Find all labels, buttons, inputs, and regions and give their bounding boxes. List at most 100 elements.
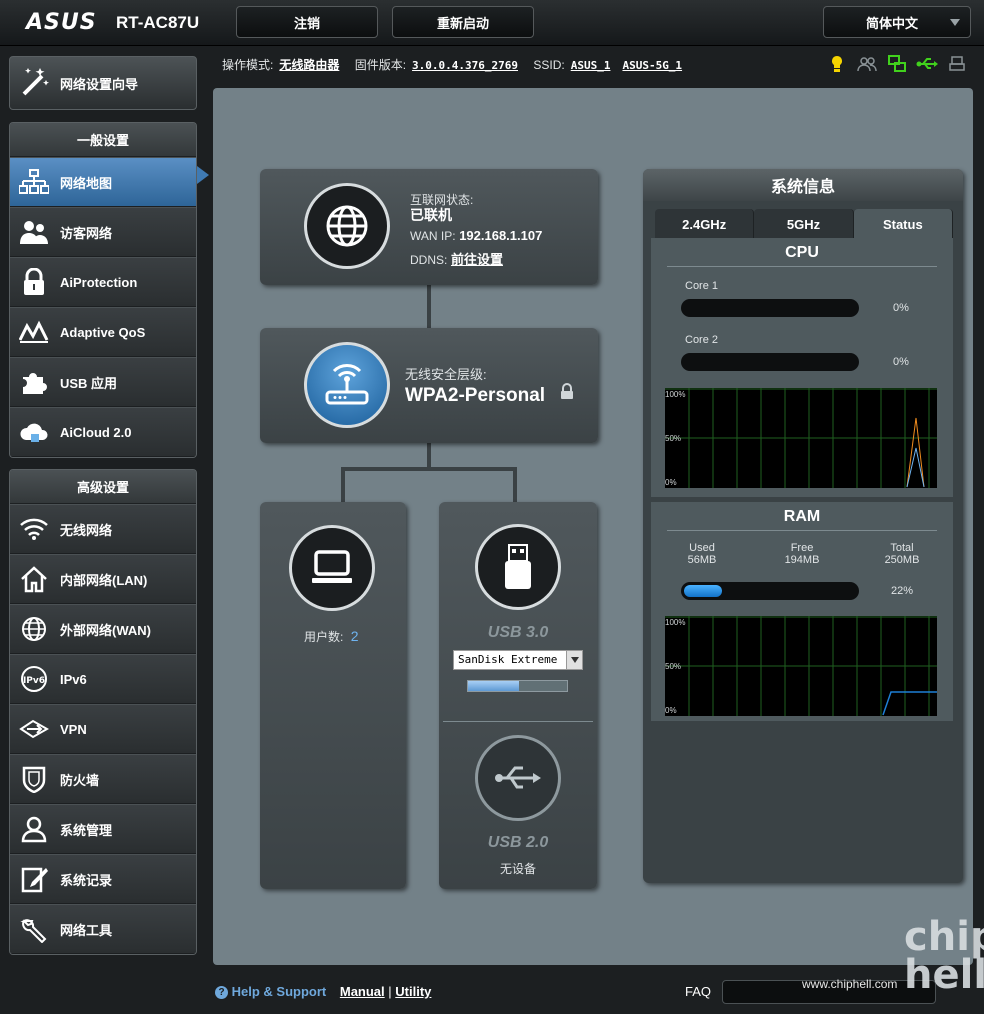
usb-drive-icon[interactable] — [475, 524, 561, 610]
advanced-section: 高级设置 无线网络 内部网络(LAN) 外部网络(WAN) IPv6 IPv6 … — [9, 469, 197, 955]
logout-button[interactable]: 注销 — [236, 6, 378, 38]
core1-bar — [681, 299, 859, 317]
home-icon — [18, 563, 50, 595]
ddns-label: DDNS: — [410, 253, 448, 267]
general-section: 一般设置 网络地图 访客网络 AiProtection Adaptive QoS… — [9, 122, 197, 458]
sidebar-item-label: 系统记录 — [60, 872, 113, 888]
usb-icon[interactable] — [916, 54, 938, 74]
sidebar-item-aiprotection[interactable]: AiProtection — [10, 257, 196, 307]
graph-label-100: 100% — [665, 390, 686, 399]
router-icon[interactable] — [304, 342, 390, 428]
firmware-link[interactable]: 3.0.0.4.376_2769 — [412, 59, 518, 72]
usb3-device-select[interactable]: SanDisk Extreme — [453, 650, 583, 670]
tab-2-4ghz[interactable]: 2.4GHz — [655, 209, 755, 239]
usb3-label: USB 3.0 — [487, 624, 549, 641]
cpu-title: CPU — [785, 244, 819, 261]
sidebar-item-guest-network[interactable]: 访客网络 — [10, 207, 196, 257]
ddns-settings-link[interactable]: 前往设置 — [451, 252, 503, 267]
ssid-label: SSID: — [533, 58, 565, 72]
usb-card: USB 3.0 SanDisk Extreme USB 2.0 无设备 — [439, 502, 597, 889]
bulb-icon[interactable] — [826, 54, 848, 74]
graph-label-0: 0% — [665, 478, 677, 487]
sidebar-item-label: 内部网络(LAN) — [60, 572, 148, 588]
connector-line — [513, 467, 517, 504]
divider — [443, 721, 593, 722]
ssid-2-link[interactable]: ASUS-5G_1 — [622, 59, 682, 72]
ram-used-label: Used — [689, 542, 715, 554]
admin-icon — [18, 813, 50, 845]
chevron-down-icon — [950, 19, 960, 26]
ram-title: RAM — [783, 508, 821, 525]
status-icons — [826, 54, 968, 74]
network-icon[interactable] — [886, 54, 908, 74]
graph-label-50: 50% — [665, 662, 682, 671]
faq-label: FAQ — [685, 984, 712, 999]
sidebar-item-administration[interactable]: 系统管理 — [10, 804, 196, 854]
tools-icon — [18, 913, 50, 945]
connector-line — [427, 443, 431, 469]
globe-icon[interactable] — [304, 183, 390, 269]
tab-status[interactable]: Status — [853, 209, 953, 239]
core1-label: Core 1 — [685, 280, 719, 292]
ram-panel: RAM Used 56MB Free 194MB Total 250MB 22% — [651, 502, 953, 721]
status-line: 操作模式: 无线路由器 固件版本: 3.0.0.4.376_2769 SSID: AS… — [222, 56, 694, 73]
internet-status-card[interactable]: 互联网状态: 已联机 WAN IP: 192.168.1.107 DDNS: 前… — [260, 169, 598, 285]
footer-links: ? Help & Support Manual | Utility — [215, 984, 431, 1000]
sidebar-item-ipv6[interactable]: IPv6 IPv6 — [10, 654, 196, 704]
help-support-link[interactable]: Help & Support — [232, 984, 327, 999]
sidebar-item-usb-application[interactable]: USB 应用 — [10, 357, 196, 407]
clients-count[interactable]: 2 — [351, 628, 359, 644]
help-icon: ? — [215, 986, 228, 1000]
usb3-usage-fill — [468, 681, 520, 691]
ram-used-value: 56MB — [687, 554, 717, 566]
quick-setup-label: 网络设置向导 — [60, 76, 139, 92]
quick-setup-button[interactable]: 网络设置向导 — [9, 56, 197, 110]
computer-icon[interactable] — [289, 525, 375, 611]
cpu-graph: 100% 50% 0% — [665, 388, 937, 488]
firmware-label: 固件版本: — [354, 58, 407, 72]
language-select[interactable]: 简体中文 — [823, 6, 971, 38]
security-level-label: 无线安全层级: — [405, 367, 487, 382]
printer-icon[interactable] — [946, 54, 968, 74]
sidebar-item-vpn[interactable]: VPN — [10, 704, 196, 754]
reboot-button[interactable]: 重新启动 — [392, 6, 534, 38]
sidebar-item-network-map[interactable]: 网络地图 — [10, 157, 196, 207]
general-section-title: 一般设置 — [10, 123, 196, 157]
sidebar-item-label: 无线网络 — [60, 522, 113, 538]
system-info-tabs: 2.4GHz 5GHz Status — [655, 209, 953, 239]
language-value: 简体中文 — [866, 15, 919, 31]
clients-card[interactable]: 用户数: 2 — [260, 502, 406, 889]
usb3-usage-bar — [467, 680, 568, 692]
wireless-security-card[interactable]: 无线安全层级: WPA2-Personal — [260, 328, 598, 443]
ram-graph: 100% 50% 0% — [665, 616, 937, 716]
ram-free-value: 194MB — [784, 554, 820, 566]
security-level-value: WPA2-Personal — [405, 385, 546, 406]
sidebar-item-label: 防火墙 — [60, 772, 100, 788]
sidebar-item-label: AiCloud 2.0 — [60, 424, 132, 440]
core1-value: 0% — [893, 302, 909, 314]
utility-link[interactable]: Utility — [395, 984, 431, 999]
sidebar-item-wan[interactable]: 外部网络(WAN) — [10, 604, 196, 654]
sidebar-item-firewall[interactable]: 防火墙 — [10, 754, 196, 804]
connector-line — [341, 467, 517, 471]
qos-icon — [18, 316, 50, 348]
wifi-icon — [18, 513, 50, 545]
graph-label-50: 50% — [665, 434, 682, 443]
globe-icon — [18, 613, 50, 645]
sidebar-item-aicloud[interactable]: AiCloud 2.0 — [10, 407, 196, 457]
ssid-1-link[interactable]: ASUS_1 — [571, 59, 611, 72]
sidebar-item-lan[interactable]: 内部网络(LAN) — [10, 554, 196, 604]
svg-text:IPv6: IPv6 — [23, 676, 45, 686]
manual-link[interactable]: Manual — [340, 984, 385, 999]
magic-wand-icon — [18, 64, 52, 103]
shield-icon — [18, 763, 50, 795]
sidebar-item-wireless[interactable]: 无线网络 — [10, 504, 196, 554]
sidebar-item-network-tools[interactable]: 网络工具 — [10, 904, 196, 954]
users-icon[interactable] — [856, 54, 878, 74]
usb-symbol-icon[interactable] — [475, 735, 561, 821]
top-header: ASUS RT-AC87U 注销 重新启动 简体中文 — [0, 0, 984, 46]
sidebar-item-adaptive-qos[interactable]: Adaptive QoS — [10, 307, 196, 357]
mode-link[interactable]: 无线路由器 — [279, 58, 339, 72]
tab-5ghz[interactable]: 5GHz — [754, 209, 854, 239]
sidebar-item-system-log[interactable]: 系统记录 — [10, 854, 196, 904]
